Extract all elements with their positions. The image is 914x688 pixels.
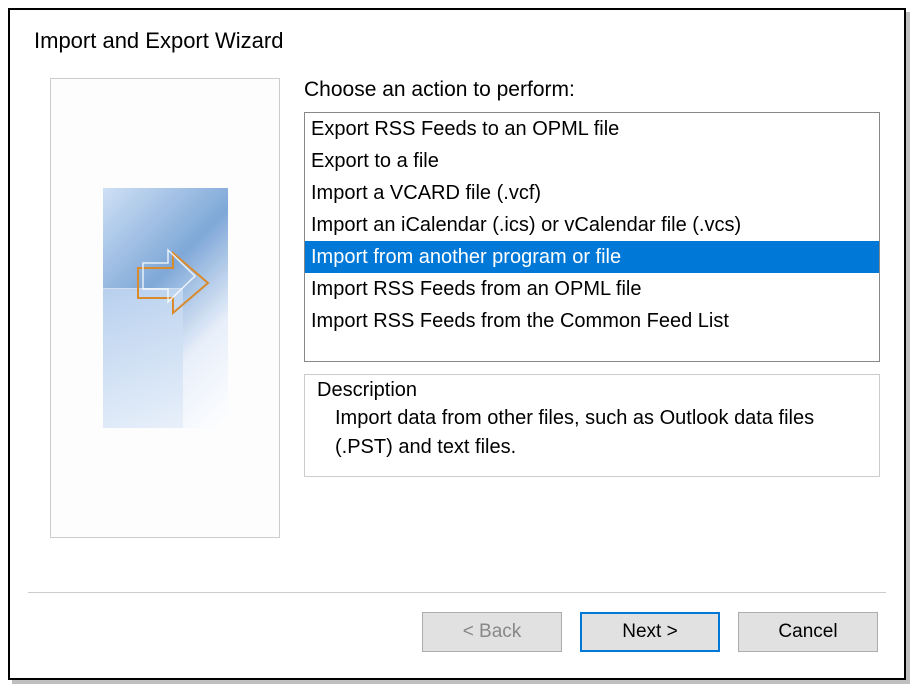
list-item[interactable]: Import an iCalendar (.ics) or vCalendar … bbox=[305, 209, 879, 241]
wizard-arrow-graphic bbox=[103, 188, 228, 428]
next-button[interactable]: Next > bbox=[580, 612, 720, 652]
wizard-image-panel bbox=[50, 78, 280, 538]
action-prompt-label: Choose an action to perform: bbox=[304, 78, 880, 102]
list-item[interactable]: Export to a file bbox=[305, 145, 879, 177]
arrow-icon bbox=[133, 248, 213, 318]
description-label: Description bbox=[317, 379, 867, 402]
dialog-title: Import and Export Wizard bbox=[10, 10, 904, 68]
list-item[interactable]: Import RSS Feeds from an OPML file bbox=[305, 273, 879, 305]
list-item[interactable]: Import a VCARD file (.vcf) bbox=[305, 177, 879, 209]
back-button[interactable]: < Back bbox=[422, 612, 562, 652]
wizard-dialog: Import and Export Wizard Choose an actio… bbox=[8, 8, 906, 680]
list-item[interactable]: Export RSS Feeds to an OPML file bbox=[305, 113, 879, 145]
list-item[interactable]: Import from another program or file bbox=[305, 241, 879, 273]
description-text: Import data from other files, such as Ou… bbox=[317, 404, 867, 462]
list-item[interactable]: Import RSS Feeds from the Common Feed Li… bbox=[305, 305, 879, 337]
separator bbox=[28, 592, 886, 593]
main-panel: Choose an action to perform: Export RSS … bbox=[280, 78, 880, 538]
button-row: < Back Next > Cancel bbox=[422, 612, 878, 652]
cancel-button[interactable]: Cancel bbox=[738, 612, 878, 652]
description-group: Description Import data from other files… bbox=[304, 374, 880, 477]
action-listbox[interactable]: Export RSS Feeds to an OPML fileExport t… bbox=[304, 112, 880, 362]
content-area: Choose an action to perform: Export RSS … bbox=[10, 68, 904, 538]
